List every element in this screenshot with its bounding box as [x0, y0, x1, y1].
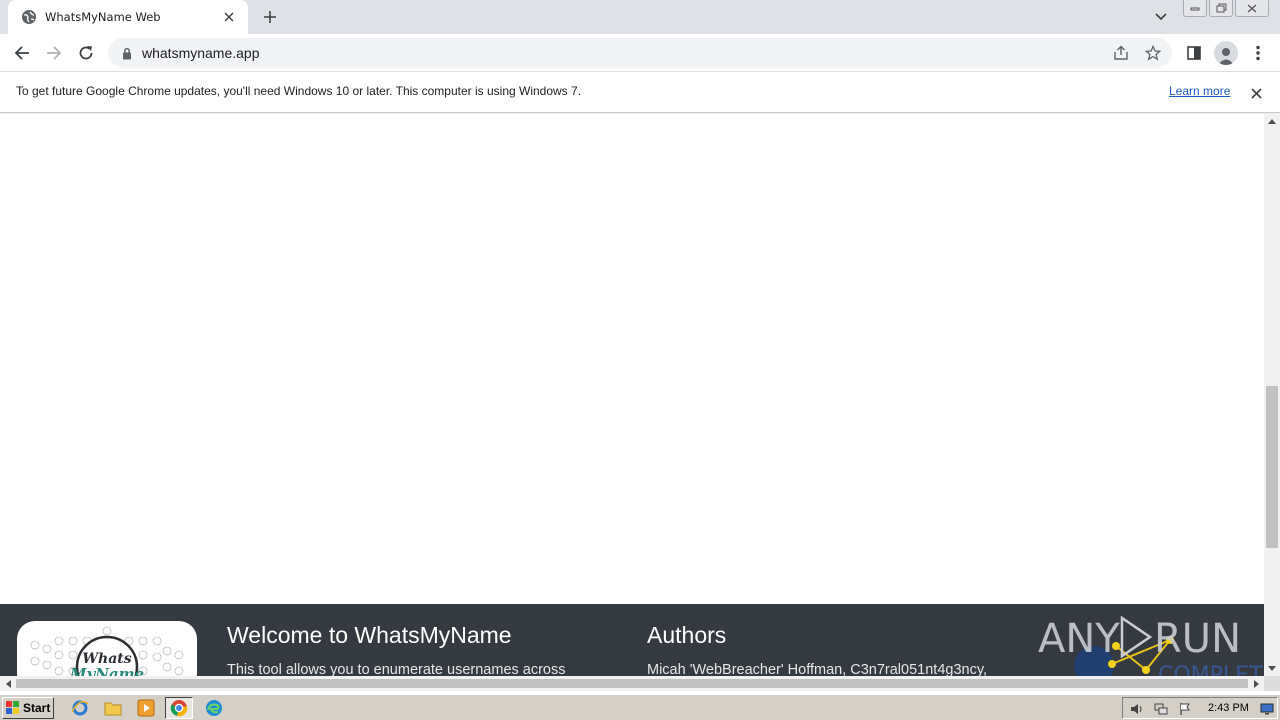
close-window-icon[interactable]	[1235, 0, 1269, 17]
authors-heading: Authors	[647, 622, 727, 648]
more-menu-icon[interactable]	[1248, 43, 1268, 63]
authors-text: Micah 'WebBreacher' Hoffman, C3n7ral051n…	[647, 662, 988, 676]
tab-title: WhatsMyName Web	[45, 10, 161, 24]
tab-whatsmyname[interactable]: WhatsMyName Web	[8, 0, 248, 34]
scroll-left-icon[interactable]	[0, 676, 16, 691]
share-icon[interactable]	[1112, 44, 1130, 62]
windows-logo-icon	[6, 701, 20, 715]
scroll-right-icon[interactable]	[1248, 676, 1264, 691]
forward-arrow-icon[interactable]	[42, 41, 66, 65]
show-desktop-icon[interactable]	[1259, 701, 1275, 717]
scroll-down-icon[interactable]	[1264, 661, 1280, 676]
taskbar-clock: 2:43 PM	[1208, 702, 1249, 714]
new-tab-icon[interactable]	[259, 6, 281, 28]
learn-more-link[interactable]: Learn more	[1169, 84, 1230, 98]
lock-icon[interactable]	[122, 47, 132, 60]
browser-toolbar: whatsmyname.app	[0, 34, 1280, 72]
watermark-run: RUN	[1154, 616, 1241, 662]
internet-explorer-icon[interactable]	[66, 697, 94, 719]
infobar-message: To get future Google Chrome updates, you…	[16, 84, 582, 98]
welcome-text: This tool allows you to enumerate userna…	[227, 662, 566, 676]
volume-icon[interactable]	[1129, 701, 1145, 717]
watermark-any: ANY	[1038, 616, 1120, 662]
watermark-complete: COMPLETE	[1158, 663, 1264, 676]
globe-icon	[21, 9, 37, 25]
scroll-up-icon[interactable]	[1264, 114, 1280, 129]
horizontal-scroll-thumb[interactable]	[16, 679, 1248, 688]
bookmark-star-icon[interactable]	[1144, 44, 1162, 62]
start-button[interactable]: Start	[2, 697, 54, 719]
reload-icon[interactable]	[74, 41, 98, 65]
system-tray	[1122, 697, 1278, 719]
action-center-flag-icon[interactable]	[1177, 701, 1193, 717]
file-explorer-icon[interactable]	[99, 697, 127, 719]
network-icon[interactable]	[1153, 701, 1169, 717]
minimize-icon[interactable]	[1183, 0, 1207, 17]
profile-avatar-icon[interactable]	[1214, 41, 1238, 65]
page-viewport: Whats MyName Welcome to WhatsMyName This…	[0, 114, 1264, 676]
intro-section: Whats MyName Welcome to WhatsMyName This…	[0, 604, 1264, 676]
update-infobar: To get future Google Chrome updates, you…	[0, 72, 1280, 113]
restore-icon[interactable]	[1209, 0, 1233, 17]
chrome-taskbar-icon[interactable]	[165, 697, 193, 719]
whatsmyname-logo: Whats MyName	[17, 621, 197, 676]
horizontal-scrollbar[interactable]	[0, 676, 1264, 691]
url-text: whatsmyname.app	[142, 45, 260, 61]
window-controls	[1183, 0, 1269, 18]
welcome-heading: Welcome to WhatsMyName	[227, 622, 512, 648]
logo-text-line2: MyName	[69, 665, 144, 676]
chevron-down-icon[interactable]	[1151, 7, 1171, 27]
side-panel-icon[interactable]	[1184, 43, 1204, 63]
start-label: Start	[23, 701, 51, 715]
vertical-scrollbar[interactable]	[1264, 114, 1280, 676]
close-icon[interactable]	[1248, 85, 1264, 101]
back-arrow-icon[interactable]	[10, 41, 34, 65]
anyrun-watermark: ANY RUN COMPLETE	[1038, 610, 1264, 676]
address-bar[interactable]: whatsmyname.app	[108, 38, 1172, 68]
vertical-scroll-thumb[interactable]	[1266, 386, 1278, 548]
media-player-icon[interactable]	[132, 697, 160, 719]
scroll-corner	[1264, 676, 1280, 691]
tab-close-icon[interactable]	[220, 8, 238, 26]
tab-strip: WhatsMyName Web	[0, 0, 1280, 34]
windows-taskbar: Start 2:43 PM	[0, 694, 1280, 720]
edge-icon[interactable]	[200, 697, 228, 719]
